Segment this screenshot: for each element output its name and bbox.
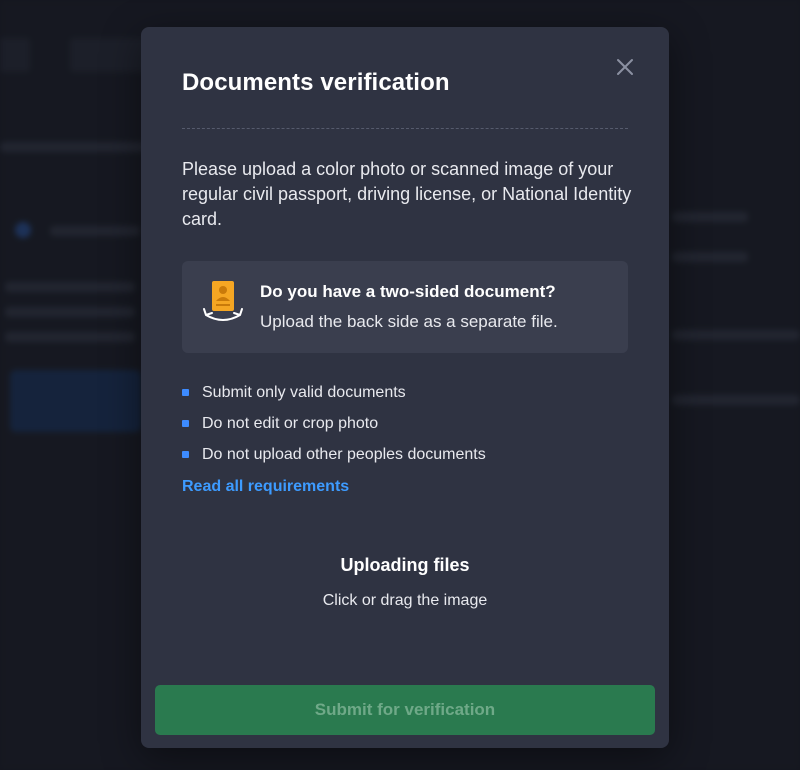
bullet-icon [182,389,189,396]
list-item: Do not edit or crop photo [182,413,486,444]
read-all-requirements-link[interactable]: Read all requirements [182,478,349,496]
two-sided-subtitle: Upload the back side as a separate file. [260,312,558,331]
rule-text: Do not upload other peoples documents [202,446,486,463]
two-sided-title: Do you have a two-sided document? [260,282,556,301]
bullet-icon [182,451,189,458]
intro-text: Please upload a color photo or scanned i… [182,159,632,229]
close-icon [617,59,633,75]
rule-text: Submit only valid documents [202,384,406,401]
bullet-icon [182,420,189,427]
file-upload-dropzone[interactable]: Uploading files Click or drag the image [182,547,628,627]
two-sided-document-notice: Do you have a two-sided document? Upload… [182,261,628,353]
upload-subtitle: Click or drag the image [322,592,488,609]
title-divider [182,128,628,129]
requirements-list: Submit only valid documents Do not edit … [182,382,486,475]
submit-for-verification-button[interactable]: Submit for verification [155,685,655,735]
list-item: Do not upload other peoples documents [182,444,486,475]
rule-text: Do not edit or crop photo [202,415,379,432]
list-item: Submit only valid documents [182,382,486,413]
upload-title: Uploading files [340,555,470,575]
id-document-icon [203,281,243,321]
modal-title: Documents verification [182,69,450,96]
documents-verification-modal: Documents verification Please upload a c… [141,27,669,748]
close-button[interactable] [613,55,637,79]
